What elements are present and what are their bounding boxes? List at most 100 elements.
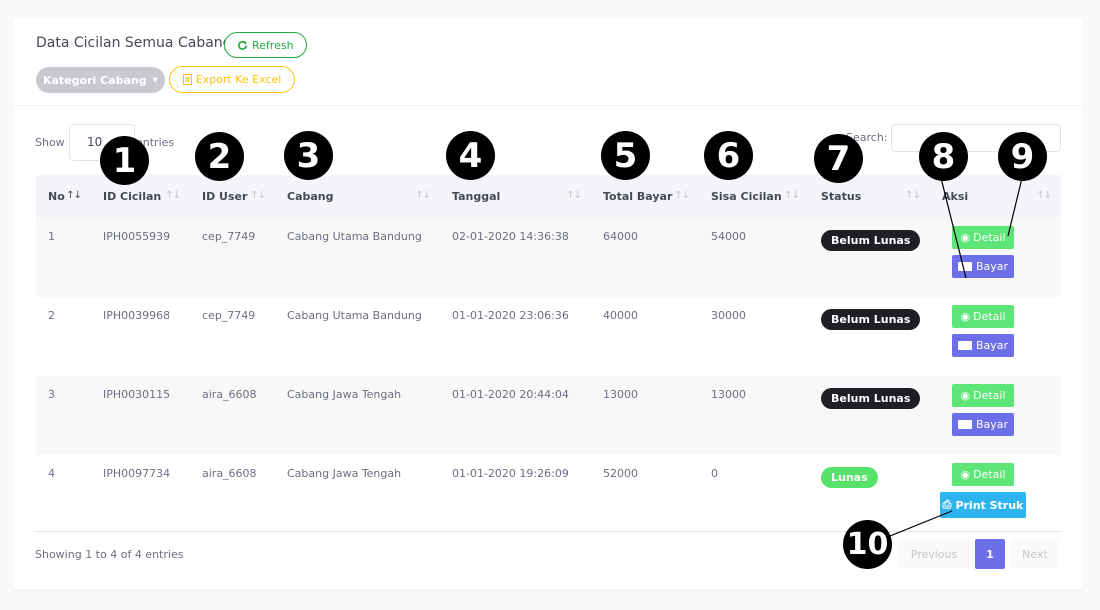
- eye-icon: ◉: [960, 310, 971, 323]
- detail-button[interactable]: ◉ Detail: [952, 384, 1014, 407]
- export-label: Export Ke Excel: [195, 73, 282, 86]
- col-sisa-cicilan[interactable]: Sisa Cicilan ↑↓: [699, 175, 809, 218]
- cell-cabang: Cabang Jawa Tengah: [287, 467, 402, 480]
- pagination: Previous 1 Next: [899, 539, 1059, 569]
- cell-aksi: ◉ Detail ⎙ Print Struk: [930, 455, 1061, 534]
- footer-divider: [36, 531, 1061, 532]
- table-row: 1 IPH0055939 cep_7749 Cabang Utama Bandu…: [36, 218, 1061, 297]
- sort-icon: ↑↓: [566, 190, 582, 201]
- col-status[interactable]: Status ↑↓: [809, 175, 930, 218]
- cell-tanggal: 02-01-2020 14:36:38: [452, 230, 569, 243]
- sort-icon: ↑↓: [1036, 190, 1052, 201]
- detail-button[interactable]: ◉ Detail: [952, 226, 1014, 249]
- col-total-bayar[interactable]: Total Bayar ↑↓: [591, 175, 699, 218]
- cell-total-bayar: 40000: [603, 309, 638, 322]
- cell-sisa-cicilan: 13000: [711, 388, 746, 401]
- printer-icon: ⎙: [942, 498, 952, 511]
- annotation-marker-6: 6: [704, 131, 753, 180]
- sort-icon: ↑↓: [905, 190, 921, 201]
- cell-status: Belum Lunas: [809, 376, 930, 455]
- showing-entries-info: Showing 1 to 4 of 4 entries: [35, 548, 184, 561]
- cell-cabang: Cabang Jawa Tengah: [287, 388, 402, 401]
- table-row: 4 IPH0097734 aira_6608 Cabang Jawa Tenga…: [36, 455, 1061, 534]
- annotation-marker-3: 3: [284, 131, 333, 180]
- annotation-marker-9: 9: [998, 132, 1047, 181]
- detail-button[interactable]: ◉ Detail: [952, 305, 1014, 328]
- bayar-button[interactable]: Bayar: [952, 255, 1014, 278]
- page-1-button[interactable]: 1: [975, 539, 1005, 569]
- cell-total-bayar: 13000: [603, 388, 638, 401]
- status-badge: Lunas: [821, 467, 878, 488]
- annotation-marker-8: 8: [919, 132, 968, 181]
- next-page-button[interactable]: Next: [1011, 539, 1059, 569]
- cell-id-cicilan: IPH0030115: [103, 388, 171, 401]
- cell-id-cicilan: IPH0039968: [103, 309, 171, 322]
- annotation-marker-1: 1: [100, 136, 149, 185]
- cell-aksi: ◉ Detail Bayar: [930, 218, 1061, 297]
- sort-icon: ↑↓: [415, 190, 431, 201]
- sort-icon: ↑↓: [674, 190, 690, 201]
- refresh-label: Refresh: [252, 38, 294, 52]
- col-id-cicilan[interactable]: ID Cicilan ↑↓: [91, 175, 190, 218]
- cicilan-table: No ↑↓ ID Cicilan ↑↓ ID User ↑↓ Cabang ↑↓ Tan…: [36, 175, 1061, 534]
- table-header-row: No ↑↓ ID Cicilan ↑↓ ID User ↑↓ Cabang ↑↓ Tan…: [36, 175, 1061, 218]
- status-badge: Belum Lunas: [821, 230, 921, 251]
- cell-total-bayar: 64000: [603, 230, 638, 243]
- eye-icon: ◉: [960, 389, 971, 402]
- sort-icon: ↑↓: [784, 190, 800, 201]
- kategori-dropdown[interactable]: Kategori Cabang ▼: [36, 67, 165, 93]
- status-badge: Belum Lunas: [821, 388, 921, 409]
- cell-sisa-cicilan: 54000: [711, 230, 746, 243]
- kategori-label: Kategori Cabang: [42, 73, 147, 87]
- show-label: Show: [35, 136, 65, 149]
- cell-id-user: cep_7749: [202, 309, 256, 322]
- cell-id-cicilan: IPH0055939: [103, 230, 171, 243]
- sort-icon: ↑↓: [250, 190, 266, 201]
- caret-down-icon: ▼: [152, 76, 158, 84]
- cell-total-bayar: 52000: [603, 467, 638, 480]
- money-icon: [957, 420, 972, 429]
- cell-id-user: aira_6608: [202, 388, 257, 401]
- cell-sisa-cicilan: 30000: [711, 309, 746, 322]
- page-title: Data Cicilan Semua Cabang: [36, 35, 232, 51]
- cell-tanggal: 01-01-2020 20:44:04: [452, 388, 569, 401]
- bayar-button[interactable]: Bayar: [952, 413, 1014, 436]
- cell-no: 4: [48, 467, 55, 480]
- export-excel-button[interactable]: Export Ke Excel: [169, 66, 295, 93]
- col-aksi[interactable]: Aksi ↑↓: [930, 175, 1061, 218]
- sort-icon: ↑↓: [66, 190, 82, 201]
- refresh-icon: [238, 40, 247, 50]
- previous-page-button[interactable]: Previous: [899, 539, 969, 569]
- status-badge: Belum Lunas: [821, 309, 921, 330]
- cell-sisa-cicilan: 0: [711, 467, 718, 480]
- cell-id-user: cep_7749: [202, 230, 256, 243]
- detail-button[interactable]: ◉ Detail: [952, 463, 1014, 486]
- cell-no: 3: [48, 388, 55, 401]
- cell-aksi: ◉ Detail Bayar: [930, 376, 1061, 455]
- col-no[interactable]: No ↑↓: [36, 175, 91, 218]
- cell-id-user: aira_6608: [202, 467, 257, 480]
- cell-status: Belum Lunas: [809, 297, 930, 376]
- refresh-button[interactable]: Refresh: [224, 32, 307, 58]
- cell-id-cicilan: IPH0097734: [103, 467, 171, 480]
- cell-tanggal: 01-01-2020 19:26:09: [452, 467, 569, 480]
- annotation-marker-4: 4: [446, 131, 495, 180]
- annotation-marker-2: 2: [195, 132, 244, 181]
- bayar-button[interactable]: Bayar: [952, 334, 1014, 357]
- cell-cabang: Cabang Utama Bandung: [287, 230, 422, 243]
- annotation-marker-7: 7: [814, 134, 863, 183]
- excel-file-icon: [182, 74, 192, 85]
- cell-tanggal: 01-01-2020 23:06:36: [452, 309, 569, 322]
- sort-icon: ↑↓: [165, 190, 181, 201]
- annotation-marker-10: 10: [843, 520, 892, 569]
- money-icon: [957, 341, 972, 350]
- eye-icon: ◉: [960, 231, 971, 244]
- col-cabang[interactable]: Cabang ↑↓: [275, 175, 440, 218]
- table-row: 2 IPH0039968 cep_7749 Cabang Utama Bandu…: [36, 297, 1061, 376]
- print-struk-button[interactable]: ⎙ Print Struk: [940, 492, 1026, 518]
- header-divider: [13, 105, 1083, 106]
- table-row: 3 IPH0030115 aira_6608 Cabang Jawa Tenga…: [36, 376, 1061, 455]
- cell-cabang: Cabang Utama Bandung: [287, 309, 422, 322]
- col-id-user[interactable]: ID User ↑↓: [190, 175, 275, 218]
- col-tanggal[interactable]: Tanggal ↑↓: [440, 175, 591, 218]
